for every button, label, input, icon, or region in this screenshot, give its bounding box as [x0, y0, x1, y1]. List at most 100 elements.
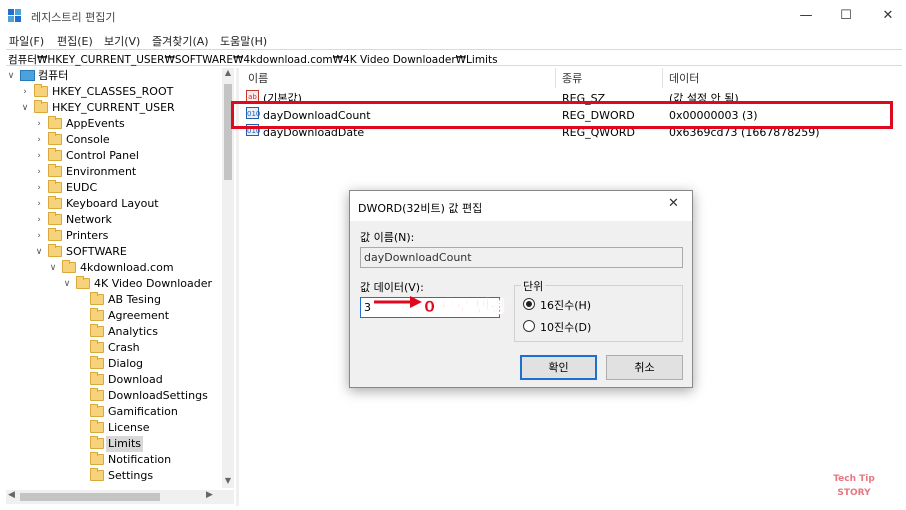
- tree-item-label: 컴퓨터: [38, 69, 69, 82]
- folder-icon: [90, 468, 104, 481]
- tree-item[interactable]: › Network: [6, 212, 222, 228]
- tree-item-label: Console: [66, 133, 110, 146]
- minimize-button[interactable]: —: [788, 4, 824, 28]
- tree-item-label: Network: [66, 213, 112, 226]
- column-divider[interactable]: [662, 68, 663, 88]
- menu-favorites[interactable]: 즐겨찾기(A): [152, 33, 209, 49]
- chevron-right-icon[interactable]: ›: [34, 116, 44, 132]
- scroll-right-icon[interactable]: ▶: [206, 490, 213, 500]
- dialog-title: DWORD(32비트) 값 편집: [358, 202, 483, 215]
- watermark: Tech Tip STORY: [806, 472, 902, 500]
- highlight-box: [231, 101, 893, 129]
- tree-item[interactable]: ∨ 4kdownload.com: [6, 260, 222, 276]
- menu-view[interactable]: 보기(V): [104, 33, 140, 49]
- tree-vertical-scrollbar[interactable]: ▲ ▼: [222, 68, 234, 488]
- menu-edit[interactable]: 편집(E): [57, 33, 93, 49]
- chevron-down-icon[interactable]: ∨: [34, 244, 44, 260]
- tree-item-label: Analytics: [108, 325, 158, 338]
- tree-item[interactable]: › Keyboard Layout: [6, 196, 222, 212]
- folder-icon: [90, 420, 104, 433]
- chevron-right-icon[interactable]: ›: [34, 148, 44, 164]
- folder-icon: [48, 244, 62, 257]
- pane-splitter[interactable]: [236, 68, 239, 506]
- computer-icon: [20, 70, 35, 81]
- chevron-right-icon[interactable]: ›: [34, 212, 44, 228]
- menu-bar: 파일(F) 편집(E) 보기(V) 즐겨찾기(A) 도움말(H): [0, 32, 906, 49]
- tree-item-label: HKEY_CLASSES_ROOT: [52, 85, 174, 98]
- tree-item-label: SOFTWARE: [66, 245, 127, 258]
- tree-horizontal-scrollbar[interactable]: ◀ ▶: [6, 490, 234, 504]
- chevron-down-icon[interactable]: ∨: [48, 260, 58, 276]
- scroll-thumb-horizontal[interactable]: [20, 493, 160, 501]
- tree-item[interactable]: Crash: [6, 340, 222, 356]
- tree-item[interactable]: Limits: [6, 436, 222, 452]
- address-bar[interactable]: 컴퓨터₩HKEY_CURRENT_USER₩SOFTWARE₩4kdownloa…: [6, 49, 902, 66]
- radio-decimal-label[interactable]: 10진수(D): [540, 319, 591, 335]
- folder-icon: [90, 452, 104, 465]
- tree-item-label: AppEvents: [66, 117, 125, 130]
- menu-help[interactable]: 도움말(H): [220, 33, 267, 49]
- chevron-right-icon[interactable]: ›: [34, 180, 44, 196]
- value-name-field[interactable]: dayDownloadCount: [360, 247, 683, 268]
- folder-icon: [48, 212, 62, 225]
- menu-file[interactable]: 파일(F): [9, 33, 44, 49]
- column-header-name[interactable]: 이름: [248, 70, 268, 86]
- window-title: 레지스트리 편집기: [31, 11, 116, 24]
- scroll-up-icon[interactable]: ▲: [222, 68, 234, 77]
- tree-item[interactable]: › AppEvents: [6, 116, 222, 132]
- tree-item[interactable]: Analytics: [6, 324, 222, 340]
- column-header-data[interactable]: 데이터: [669, 70, 699, 86]
- tree-item[interactable]: Settings: [6, 468, 222, 484]
- tree-item[interactable]: › HKEY_CLASSES_ROOT: [6, 84, 222, 100]
- maximize-button[interactable]: ☐: [828, 4, 864, 28]
- base-group: 단위 16진수(H) 10진수(D): [514, 278, 683, 342]
- chevron-down-icon[interactable]: ∨: [6, 68, 16, 84]
- tree-item[interactable]: License: [6, 420, 222, 436]
- close-button[interactable]: ✕: [870, 4, 906, 28]
- radio-decimal[interactable]: [523, 320, 535, 332]
- tree-item-label: HKEY_CURRENT_USER: [52, 101, 175, 114]
- scroll-thumb[interactable]: [224, 84, 232, 180]
- tree-item[interactable]: Gamification: [6, 404, 222, 420]
- tree-item[interactable]: Download: [6, 372, 222, 388]
- radio-hex[interactable]: [523, 298, 535, 310]
- tree-item[interactable]: AB Tesing: [6, 292, 222, 308]
- tree-item[interactable]: Notification: [6, 452, 222, 468]
- scroll-left-icon[interactable]: ◀: [8, 490, 15, 500]
- tree-item[interactable]: Dialog: [6, 356, 222, 372]
- scroll-down-icon[interactable]: ▼: [222, 476, 234, 485]
- folder-icon: [34, 84, 48, 97]
- tree-item[interactable]: ∨ HKEY_CURRENT_USER: [6, 100, 222, 116]
- chevron-right-icon[interactable]: ›: [34, 228, 44, 244]
- tree-item[interactable]: DownloadSettings: [6, 388, 222, 404]
- chevron-right-icon[interactable]: ›: [20, 84, 30, 100]
- chevron-down-icon[interactable]: ∨: [20, 100, 30, 116]
- chevron-right-icon[interactable]: ›: [34, 164, 44, 180]
- value-name-label: 값 이름(N):: [360, 231, 415, 244]
- tree-item[interactable]: ∨ SOFTWARE: [6, 244, 222, 260]
- tree-item-label: EUDC: [66, 181, 98, 194]
- chevron-right-icon[interactable]: ›: [34, 132, 44, 148]
- tree-item[interactable]: › Environment: [6, 164, 222, 180]
- tree-item[interactable]: › Control Panel: [6, 148, 222, 164]
- tree-item[interactable]: › Printers: [6, 228, 222, 244]
- column-header-type[interactable]: 종류: [562, 70, 582, 86]
- ok-button[interactable]: 확인: [520, 355, 597, 380]
- watermark-line: Tech Tip: [833, 474, 875, 484]
- folder-icon: [90, 372, 104, 385]
- tree-item-label: 4kdownload.com: [80, 261, 174, 274]
- tree-item[interactable]: › EUDC: [6, 180, 222, 196]
- folder-icon: [90, 324, 104, 337]
- tree-item[interactable]: ∨ 컴퓨터: [6, 68, 222, 84]
- column-divider[interactable]: [555, 68, 556, 88]
- dialog-close-icon[interactable]: ✕: [668, 196, 679, 211]
- tree-item[interactable]: ∨ 4K Video Downloader: [6, 276, 222, 292]
- tree-item[interactable]: › Console: [6, 132, 222, 148]
- tree-item-label: Notification: [108, 453, 172, 466]
- base-group-label: 단위: [521, 278, 546, 294]
- radio-hex-label[interactable]: 16진수(H): [540, 297, 591, 313]
- cancel-button[interactable]: 취소: [606, 355, 683, 380]
- tree-item[interactable]: Agreement: [6, 308, 222, 324]
- chevron-down-icon[interactable]: ∨: [62, 276, 72, 292]
- chevron-right-icon[interactable]: ›: [34, 196, 44, 212]
